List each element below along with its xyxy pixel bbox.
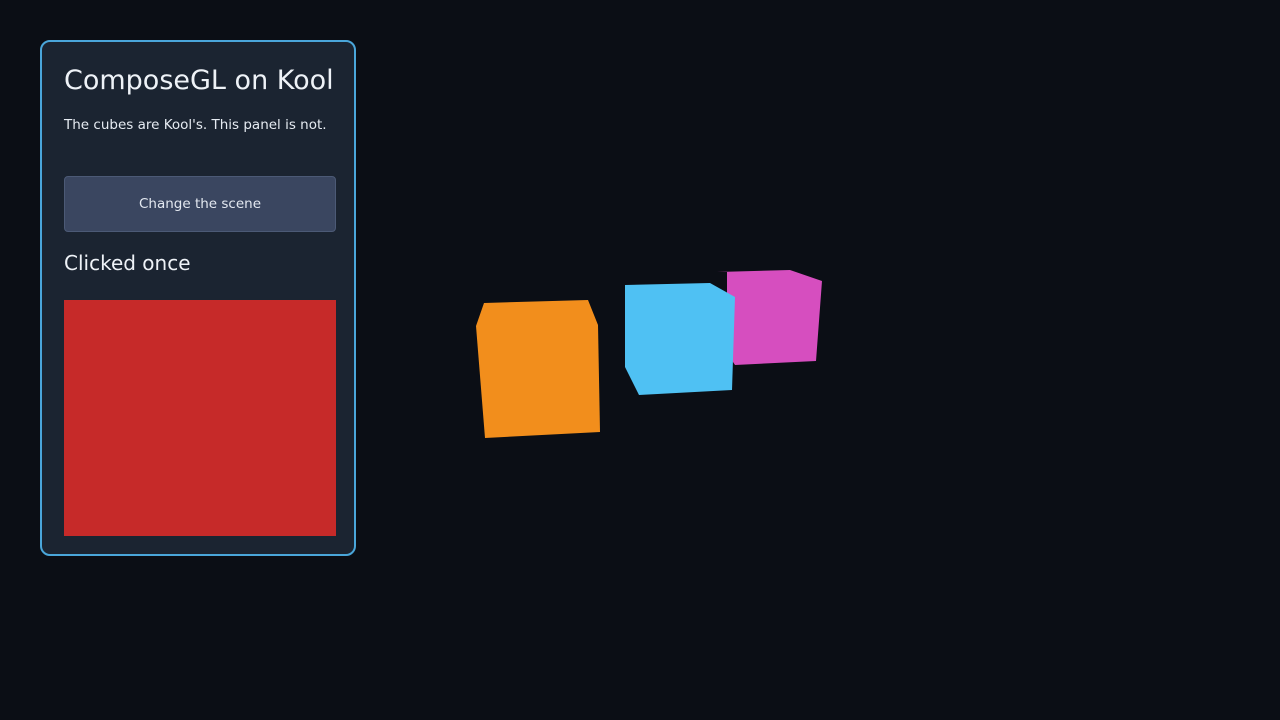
compose-panel: ComposeGL on Kool The cubes are Kool's. … [40,40,356,556]
blue-cube[interactable] [625,283,735,395]
orange-cube[interactable] [476,300,600,438]
color-swatch [64,300,336,536]
app-viewport: ComposeGL on Kool The cubes are Kool's. … [0,0,1280,720]
click-count-label: Clicked once [64,251,191,275]
change-scene-button[interactable]: Change the scene [64,176,336,232]
panel-subtitle: The cubes are Kool's. This panel is not. [64,117,327,133]
3d-scene-canvas[interactable] [380,0,1280,720]
panel-title: ComposeGL on Kool [64,65,334,96]
